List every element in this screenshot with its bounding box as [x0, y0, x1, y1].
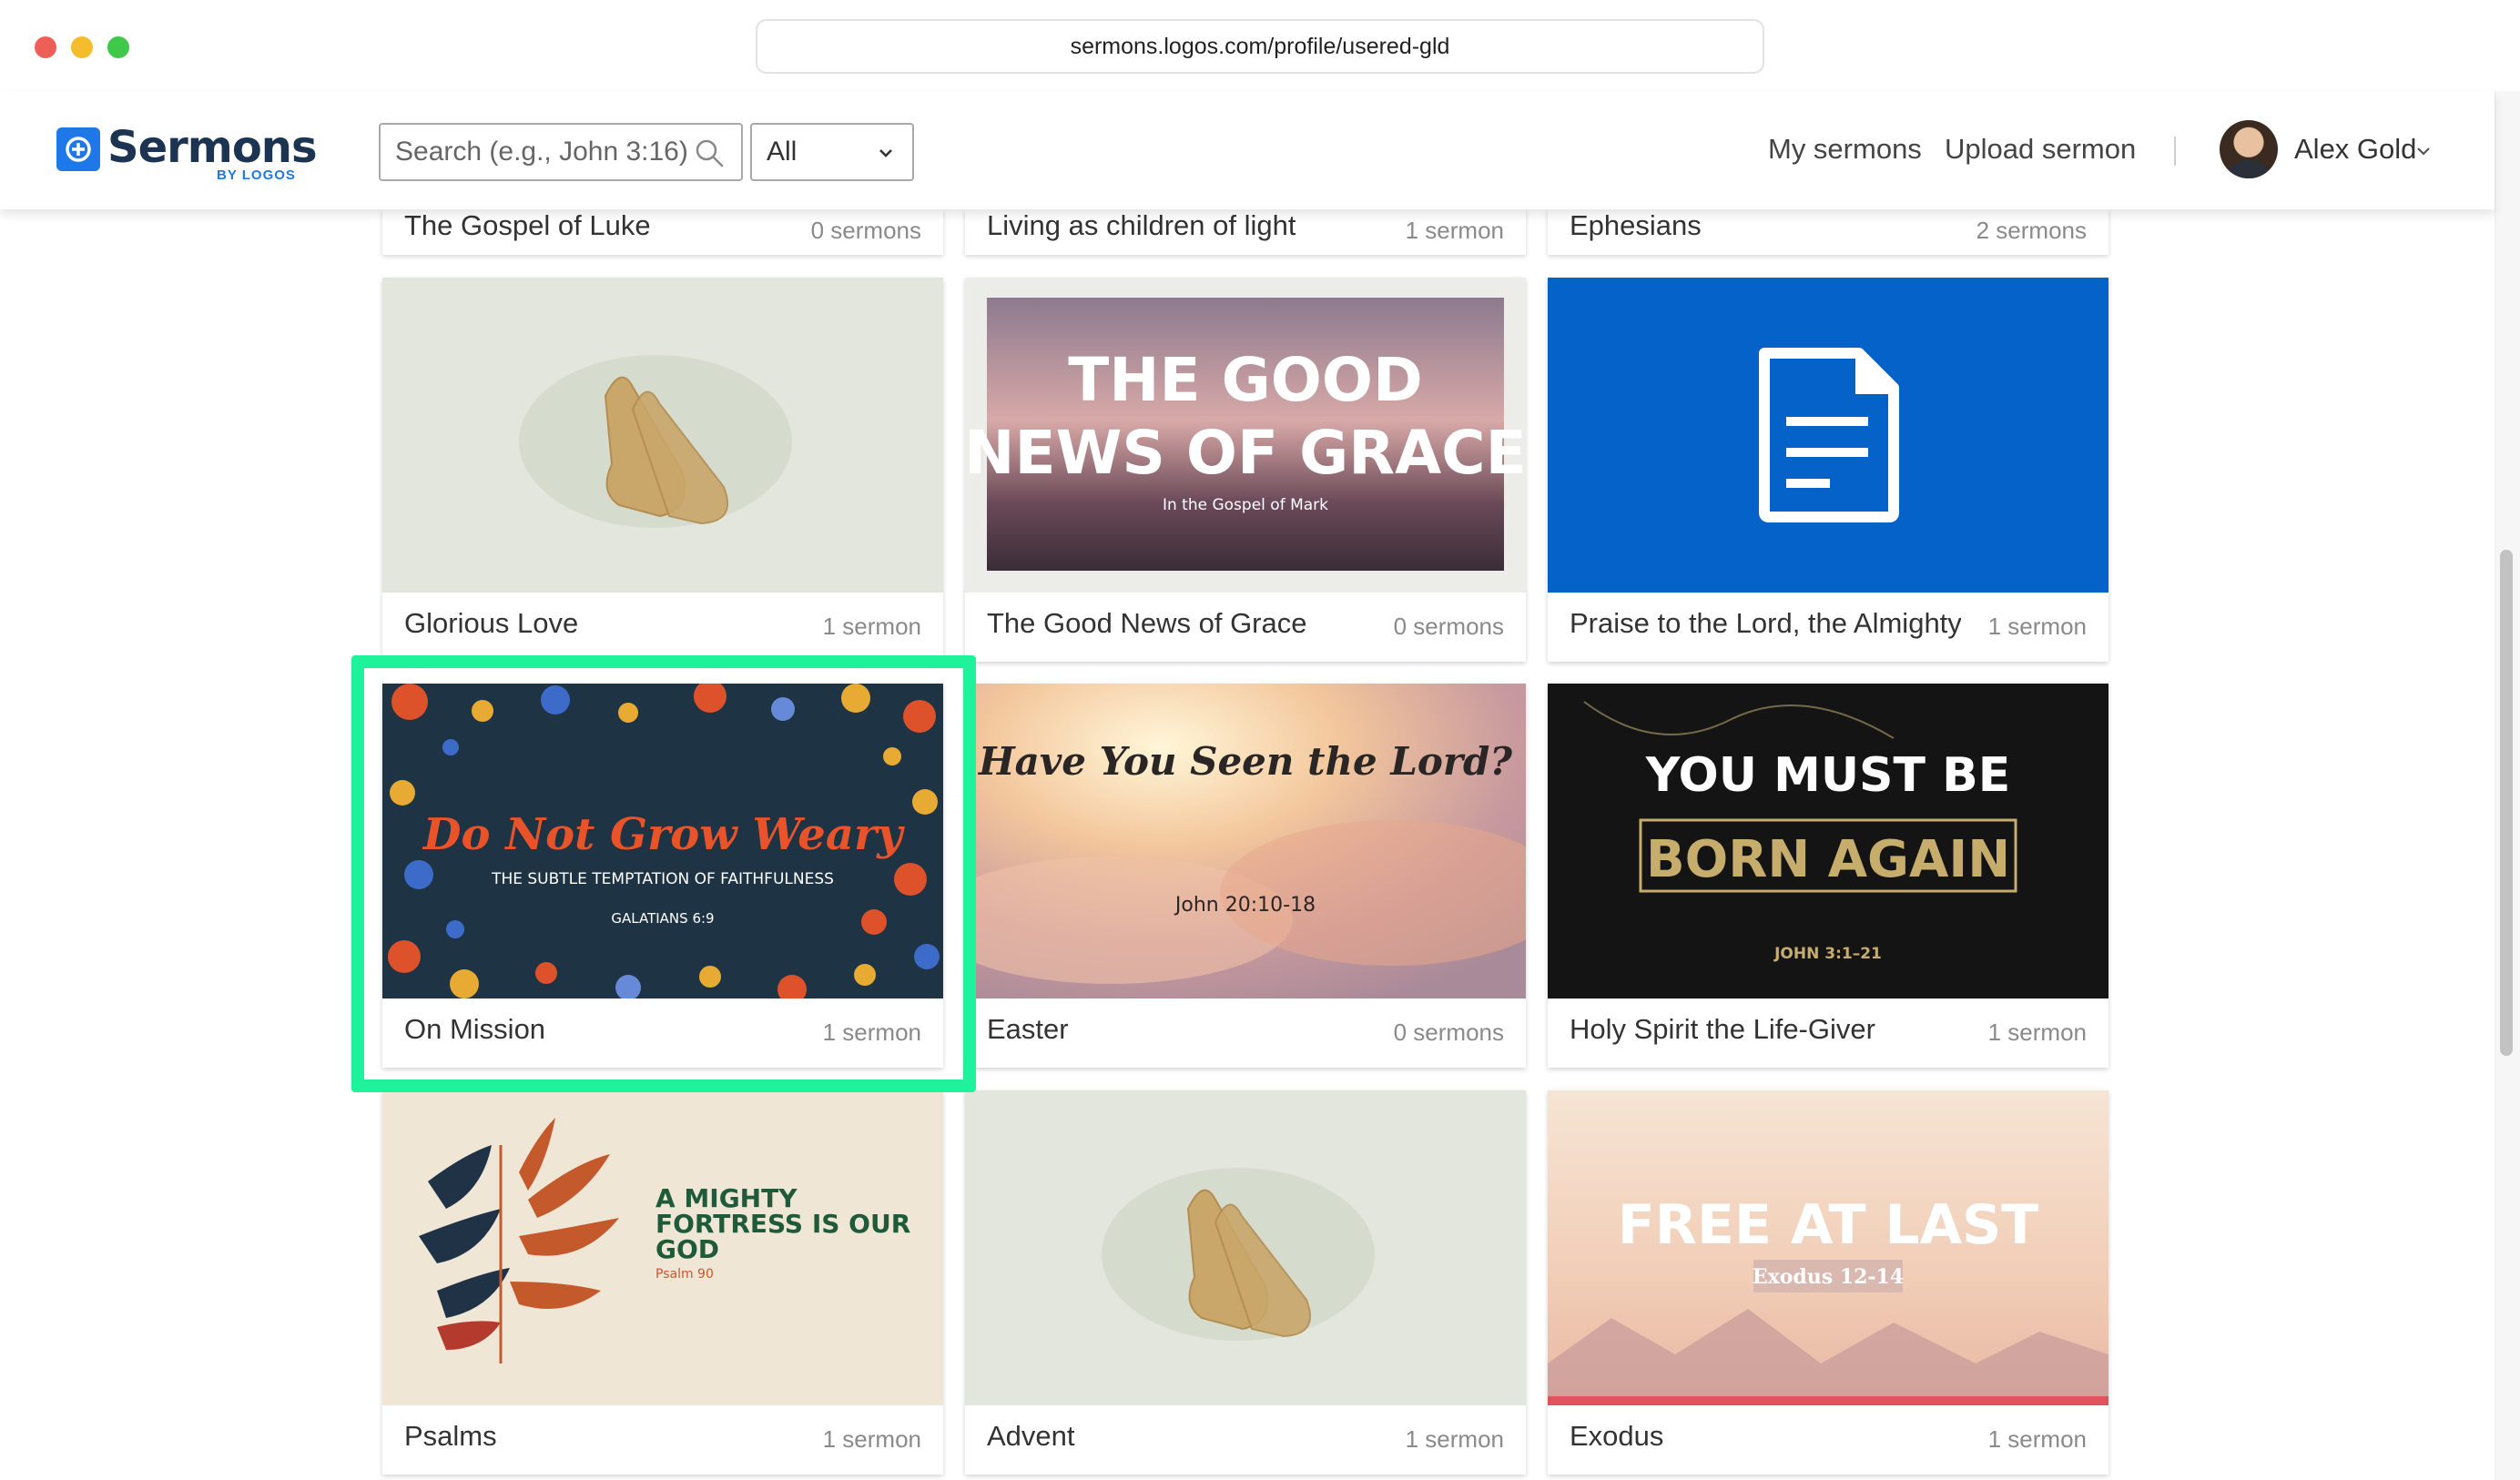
art-line2: THE SUBTLE TEMPTATION OF FAITHFULNESS	[491, 870, 834, 888]
sermon-count: 1 sermon	[1987, 1019, 2087, 1046]
series-card[interactable]: Do Not Grow Weary THE SUBTLE TEMPTATION …	[382, 684, 943, 1068]
series-thumbnail[interactable]	[382, 278, 943, 593]
address-bar[interactable]: sermons.logos.com/profile/usered-gld	[756, 19, 1764, 74]
my-sermons-link[interactable]: My sermons	[1768, 133, 1922, 166]
series-card[interactable]: Glorious Love 1 sermon	[382, 278, 943, 662]
series-title[interactable]: The Gospel of Luke	[404, 209, 651, 242]
series-title[interactable]: Ephesians	[1570, 209, 1702, 242]
series-title[interactable]: Praise to the Lord, the Almighty	[1570, 607, 1961, 640]
art-line3: GOD	[655, 1234, 719, 1264]
art-line2: BORN AGAIN	[1646, 830, 2010, 889]
art-line1: THE GOOD	[1068, 345, 1423, 415]
series-title[interactable]: Psalms	[404, 1420, 497, 1453]
do-not-grow-weary-artwork: Do Not Grow Weary THE SUBTLE TEMPTATION …	[382, 684, 943, 998]
series-title[interactable]: On Mission	[404, 1013, 545, 1046]
art-line1: Have You Seen the Lord?	[978, 739, 1512, 784]
series-title[interactable]: Living as children of light	[987, 209, 1296, 242]
art-line1: YOU MUST BE	[1645, 748, 2011, 803]
zoom-window-button[interactable]	[107, 36, 129, 58]
sermon-count: 1 sermon	[822, 1425, 921, 1453]
search-scope-select[interactable]: All	[750, 123, 914, 181]
born-again-artwork: YOU MUST BE BORN AGAIN JOHN 3:1–21	[1548, 684, 2108, 998]
free-at-last-artwork: FREE AT LAST Exodus 12-14	[1548, 1090, 2108, 1405]
logo-byline: BY LOGOS	[217, 167, 296, 183]
document-placeholder	[1548, 278, 2108, 593]
series-thumbnail[interactable]: Have You Seen the Lord? John 20:10-18	[965, 684, 1526, 998]
series-title[interactable]: Easter	[987, 1013, 1069, 1046]
art-sub: John 20:10-18	[1174, 894, 1316, 917]
good-news-artwork: THE GOOD NEWS OF GRACE In the Gospel of …	[965, 278, 1526, 593]
series-thumbnail[interactable]: Do Not Grow Weary THE SUBTLE TEMPTATION …	[382, 684, 943, 998]
series-thumbnail[interactable]: FREE AT LAST Exodus 12-14	[1548, 1090, 2108, 1405]
series-thumbnail[interactable]: THE GOOD NEWS OF GRACE In the Gospel of …	[965, 278, 1526, 593]
minimize-window-button[interactable]	[71, 36, 93, 58]
praying-hands-artwork	[965, 1090, 1526, 1405]
art-line1: Do Not Grow Weary	[422, 809, 905, 860]
series-card[interactable]: FREE AT LAST Exodus 12-14 Exodus 1 sermo…	[1548, 1090, 2108, 1475]
scrollbar-thumb[interactable]	[2500, 550, 2513, 1056]
series-card[interactable]: Praise to the Lord, the Almighty 1 sermo…	[1548, 278, 2108, 662]
nav-divider	[2174, 137, 2176, 166]
series-title[interactable]: Advent	[987, 1420, 1075, 1453]
series-card[interactable]: YOU MUST BE BORN AGAIN JOHN 3:1–21 Holy …	[1548, 684, 2108, 1068]
series-card[interactable]: Have You Seen the Lord? John 20:10-18 Ea…	[965, 684, 1526, 1068]
sermon-count: 1 sermon	[1987, 1425, 2087, 1453]
art-line1: FREE AT LAST	[1618, 1193, 2039, 1257]
mighty-fortress-artwork: A MIGHTY FORTRESS IS OUR GOD Psalm 90	[382, 1090, 943, 1405]
browser-chrome: sermons.logos.com/profile/usered-gld	[0, 0, 2520, 91]
easter-sky-artwork: Have You Seen the Lord? John 20:10-18	[965, 684, 1526, 998]
series-title[interactable]: Exodus	[1570, 1420, 1663, 1453]
sermon-count: 0 sermons	[1393, 613, 1504, 640]
art-sub: GALATIANS 6:9	[611, 910, 714, 927]
scope-selected-value: All	[767, 137, 798, 167]
sermon-count: 0 sermons	[810, 217, 921, 244]
url-text: sermons.logos.com/profile/usered-gld	[1070, 33, 1450, 59]
art-sub: In the Gospel of Mark	[1163, 496, 1328, 514]
search-icon[interactable]	[694, 137, 725, 168]
series-thumbnail[interactable]	[965, 1090, 1526, 1405]
close-window-button[interactable]	[35, 36, 56, 58]
search-input[interactable]	[395, 137, 686, 167]
search-field[interactable]	[379, 123, 743, 181]
app-header: Sermons BY LOGOS All My sermons Upload s…	[0, 91, 2495, 209]
chevron-down-icon	[879, 149, 892, 157]
series-title[interactable]: Glorious Love	[404, 607, 578, 640]
art-line2: NEWS OF GRACE	[965, 418, 1526, 488]
art-sub: Psalm 90	[655, 1267, 714, 1282]
sermon-count: 2 sermons	[1976, 217, 2087, 244]
series-title[interactable]: The Good News of Grace	[987, 607, 1307, 640]
series-title[interactable]: Holy Spirit the Life-Giver	[1570, 1013, 1875, 1046]
sermon-count: 1 sermon	[822, 1019, 921, 1046]
series-card[interactable]: Living as children of light 1 sermon	[965, 209, 1526, 255]
praying-hands-artwork	[382, 278, 943, 593]
series-card[interactable]: A MIGHTY FORTRESS IS OUR GOD Psalm 90 Ps…	[382, 1090, 943, 1475]
upload-sermon-link[interactable]: Upload sermon	[1945, 133, 2136, 166]
series-card[interactable]: Advent 1 sermon	[965, 1090, 1526, 1475]
series-thumbnail[interactable]: A MIGHTY FORTRESS IS OUR GOD Psalm 90	[382, 1090, 943, 1405]
user-menu-name[interactable]: Alex Gold	[2294, 133, 2416, 166]
sermon-count: 0 sermons	[1393, 1019, 1504, 1046]
user-avatar[interactable]	[2220, 120, 2278, 178]
sermon-count: 1 sermon	[1405, 1425, 1504, 1453]
sermon-count: 1 sermon	[1405, 217, 1504, 244]
art-sub: Exodus 12-14	[1753, 1265, 1904, 1289]
sermon-count: 1 sermon	[822, 613, 921, 640]
chevron-down-icon[interactable]	[2416, 146, 2431, 157]
series-thumbnail[interactable]	[1548, 278, 2108, 593]
series-card[interactable]: The Gospel of Luke 0 sermons	[382, 209, 943, 255]
series-card[interactable]: Ephesians 2 sermons	[1548, 209, 2108, 255]
series-thumbnail[interactable]: YOU MUST BE BORN AGAIN JOHN 3:1–21	[1548, 684, 2108, 998]
sermons-logo-icon[interactable]	[56, 127, 100, 171]
logo-wordmark[interactable]: Sermons	[107, 122, 318, 173]
art-sub: JOHN 3:1–21	[1773, 945, 1882, 963]
sermon-count: 1 sermon	[1987, 613, 2087, 640]
series-card[interactable]: THE GOOD NEWS OF GRACE In the Gospel of …	[965, 278, 1526, 662]
